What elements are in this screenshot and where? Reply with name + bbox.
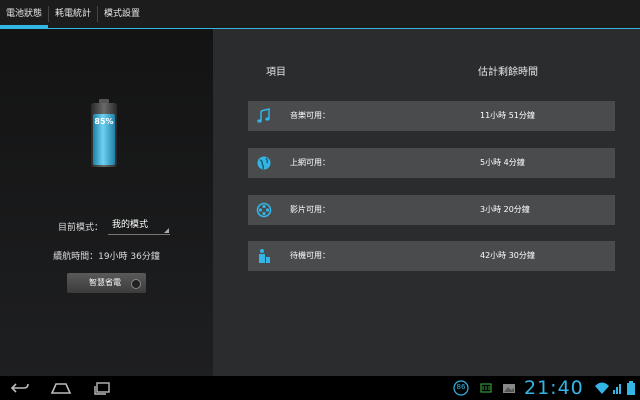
list-item[interactable]: 影片可用： 3小時 20分鐘: [248, 195, 615, 225]
row-value: 3小時 20分鐘: [480, 205, 530, 214]
mode-dropdown[interactable]: 我的模式: [108, 217, 170, 235]
toggle-knob-icon: [131, 279, 141, 289]
battery-notification-icon[interactable]: [480, 380, 492, 400]
wifi-icon: [594, 380, 610, 400]
signal-icon: [612, 380, 624, 400]
home-icon[interactable]: [50, 380, 72, 400]
smart-saving-label: 智慧省電: [89, 278, 121, 287]
list-item[interactable]: 音樂可用： 11小時 51分鐘: [248, 101, 615, 131]
row-label: 上網可用：: [290, 158, 330, 167]
tab-bar: 電池狀態 耗電統計 模式設置: [0, 0, 640, 29]
battery-badge-icon[interactable]: 86: [452, 380, 470, 400]
dropdown-corner-icon: [164, 228, 169, 233]
battery-badge-value: 86: [456, 383, 466, 391]
list-item[interactable]: 上網可用： 5小時 4分鐘: [248, 148, 615, 178]
row-label: 待機可用：: [290, 251, 330, 260]
smart-saving-button[interactable]: 智慧省電: [67, 273, 146, 293]
back-icon[interactable]: [10, 380, 30, 400]
header-item: 項目: [266, 67, 286, 78]
recent-apps-icon[interactable]: [92, 380, 112, 400]
row-value: 5小時 4分鐘: [480, 158, 525, 167]
system-bar: 86 21:40: [0, 376, 640, 400]
list-item[interactable]: 待機可用： 42小時 30分鐘: [248, 241, 615, 271]
tab-battery-status[interactable]: 電池狀態: [0, 0, 48, 28]
battery-status-icon: [627, 380, 635, 400]
row-value: 42小時 30分鐘: [480, 251, 535, 260]
globe-icon: [256, 155, 272, 171]
tab-mode-settings[interactable]: 模式設置: [98, 0, 146, 28]
row-value: 11小時 51分鐘: [480, 111, 535, 120]
estimate-panel: 項目 估計剩餘時間 音樂可用： 11小時 51分鐘 上網可用： 5小時 4分鐘 …: [213, 29, 640, 376]
clock[interactable]: 21:40: [524, 376, 584, 400]
music-note-icon: [256, 108, 272, 124]
runtime-text: 續航時間：19小時 36分鐘: [53, 252, 160, 262]
film-reel-icon: [256, 202, 272, 218]
mode-value: 我的模式: [112, 220, 149, 230]
row-label: 音樂可用：: [290, 111, 330, 120]
tab-power-stats[interactable]: 耗電統計: [49, 0, 97, 28]
mode-label: 目前模式：: [58, 223, 104, 233]
row-label: 影片可用：: [290, 205, 330, 214]
battery-gauge: 85%: [89, 99, 119, 169]
image-notification-icon[interactable]: [502, 380, 516, 400]
battery-panel: 85% 目前模式： 我的模式 續航時間：19小時 36分鐘 智慧省電: [0, 29, 213, 376]
battery-percent: 85%: [94, 117, 114, 126]
standby-icon: [256, 248, 272, 264]
header-remaining-time: 估計剩餘時間: [478, 67, 538, 78]
